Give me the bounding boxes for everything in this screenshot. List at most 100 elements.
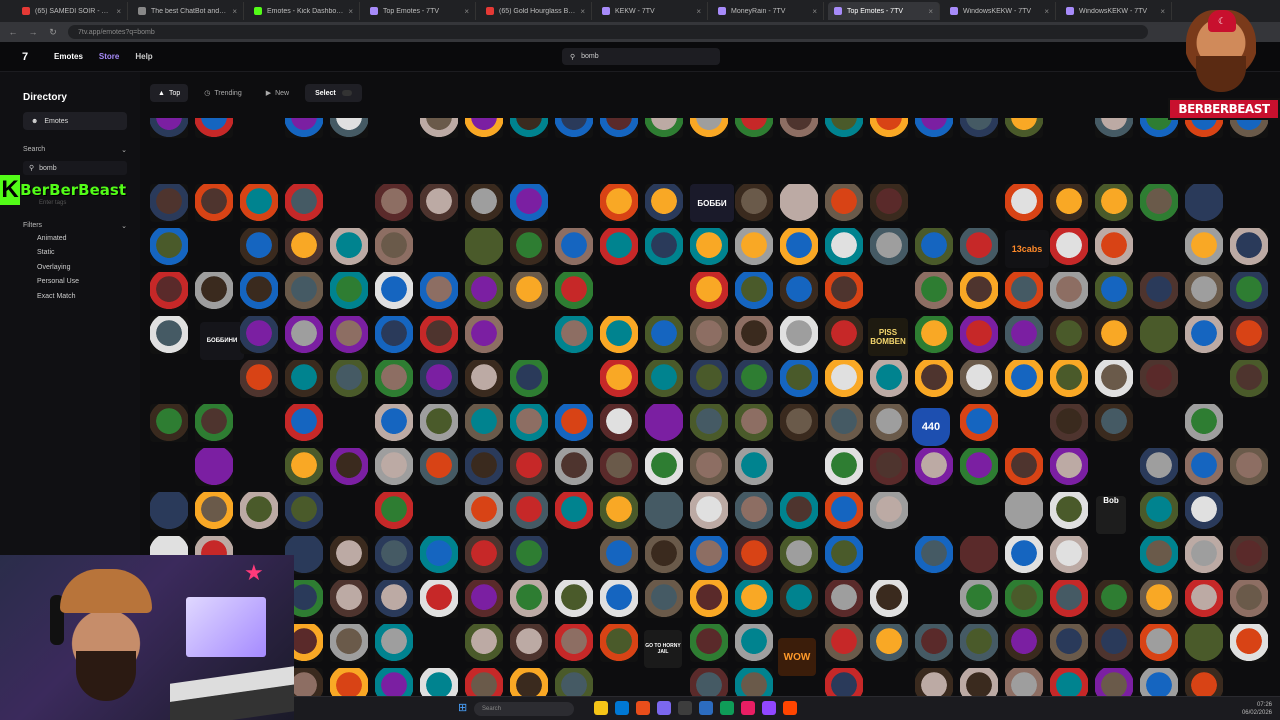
taskbar-app-icon[interactable]	[636, 701, 650, 715]
emote-thumbnail[interactable]	[600, 404, 638, 442]
search-section-header[interactable]: Search ⌄	[23, 146, 127, 154]
sort-new-button[interactable]: ▶ New	[258, 84, 297, 102]
emote-thumbnail[interactable]	[375, 184, 413, 222]
emote-thumbnail[interactable]	[330, 360, 368, 398]
emote-thumbnail[interactable]	[1140, 184, 1178, 222]
browser-tab[interactable]: The best ChatBot and Widge ×	[132, 2, 244, 20]
emote-thumbnail[interactable]	[150, 272, 188, 310]
emote-thumbnail[interactable]	[870, 404, 908, 442]
emote-thumbnail[interactable]	[645, 536, 683, 574]
emote-thumbnail[interactable]	[510, 360, 548, 398]
emote-thumbnail[interactable]	[960, 580, 998, 618]
emote-thumbnail[interactable]	[1005, 492, 1043, 530]
emote-thumbnail[interactable]	[1005, 624, 1043, 662]
emote-thumbnail[interactable]	[870, 184, 908, 222]
emote-thumbnail[interactable]	[780, 118, 818, 138]
emote-thumbnail[interactable]	[330, 536, 368, 574]
emote-thumbnail[interactable]	[960, 360, 998, 398]
emote-thumbnail[interactable]	[735, 624, 773, 662]
emote-thumbnail[interactable]	[195, 404, 233, 442]
emote-thumbnail[interactable]	[285, 448, 323, 486]
emote-thumbnail[interactable]	[1140, 624, 1178, 662]
emote-thumbnail[interactable]	[285, 118, 323, 138]
emote-thumbnail[interactable]	[960, 228, 998, 266]
emote-thumbnail[interactable]	[285, 404, 323, 442]
emote-wow[interactable]: WOW	[778, 638, 816, 676]
emote-thumbnail[interactable]	[1095, 360, 1133, 398]
taskbar-app-icon[interactable]	[783, 701, 797, 715]
emote-thumbnail[interactable]	[420, 316, 458, 354]
emote-thumbnail[interactable]	[870, 448, 908, 486]
browser-tab[interactable]: WindowsKEKW - 7TV ×	[944, 2, 1056, 20]
emote-thumbnail[interactable]	[735, 580, 773, 618]
emote-thumbnail[interactable]	[960, 272, 998, 310]
emote-thumbnail[interactable]	[690, 272, 728, 310]
emote-thumbnail[interactable]	[375, 624, 413, 662]
emote-thumbnail[interactable]	[600, 448, 638, 486]
emote-thumbnail[interactable]	[195, 184, 233, 222]
emote-thumbnail[interactable]	[150, 118, 188, 138]
emote-thumbnail[interactable]	[555, 316, 593, 354]
emote-thumbnail[interactable]	[825, 360, 863, 398]
emote-thumbnail[interactable]	[1005, 272, 1043, 310]
emote-thumbnail[interactable]	[600, 624, 638, 662]
tab-close-icon[interactable]: ×	[348, 7, 353, 16]
emote-thumbnail[interactable]	[465, 404, 503, 442]
7tv-logo[interactable]: 7	[18, 50, 32, 64]
sort-trending-button[interactable]: ◷ Trending	[196, 84, 249, 102]
emote-thumbnail[interactable]	[240, 492, 278, 530]
taskbar-app-icon[interactable]	[762, 701, 776, 715]
emote-thumbnail[interactable]	[150, 228, 188, 266]
tab-close-icon[interactable]: ×	[1160, 7, 1165, 16]
emote-thumbnail[interactable]	[870, 492, 908, 530]
emote-thumbnail[interactable]	[1140, 492, 1178, 530]
emote-thumbnail[interactable]	[420, 184, 458, 222]
emote-thumbnail[interactable]	[915, 448, 953, 486]
emote-thumbnail[interactable]	[1185, 316, 1223, 354]
emote-thumbnail[interactable]	[870, 360, 908, 398]
emote-thumbnail[interactable]	[1095, 228, 1133, 266]
emote-thumbnail[interactable]	[825, 448, 863, 486]
emote-thumbnail[interactable]	[375, 228, 413, 266]
emote-thumbnail[interactable]	[240, 272, 278, 310]
emote-thumbnail[interactable]	[555, 228, 593, 266]
emote-thumbnail[interactable]	[1230, 580, 1268, 618]
emote-thumbnail[interactable]	[1095, 184, 1133, 222]
emote-thumbnail[interactable]	[555, 624, 593, 662]
tab-close-icon[interactable]: ×	[580, 7, 585, 16]
emote-thumbnail[interactable]	[735, 360, 773, 398]
emote-thumbnail[interactable]	[735, 536, 773, 574]
emote-bobbini[interactable]: БОББИНИ	[200, 322, 244, 360]
sort-top-button[interactable]: ▲ Top	[150, 84, 189, 102]
emote-thumbnail[interactable]	[735, 184, 773, 222]
emote-thumbnail[interactable]	[645, 184, 683, 222]
browser-tab[interactable]: KEKW - 7TV ×	[596, 2, 708, 20]
emote-bob[interactable]: Bob	[1096, 496, 1126, 534]
emote-thumbnail[interactable]	[285, 184, 323, 222]
filter-animated[interactable]: Animated	[37, 235, 67, 242]
emote-thumbnail[interactable]	[330, 228, 368, 266]
emote-thumbnail[interactable]	[465, 360, 503, 398]
tab-close-icon[interactable]: ×	[1044, 7, 1049, 16]
emote-thumbnail[interactable]	[915, 536, 953, 574]
emote-thumbnail[interactable]	[375, 492, 413, 530]
emote-thumbnail[interactable]	[330, 118, 368, 138]
emote-thumbnail[interactable]	[465, 492, 503, 530]
emote-thumbnail[interactable]	[645, 404, 683, 442]
emote-thumbnail[interactable]	[1050, 580, 1088, 618]
emote-thumbnail[interactable]	[1005, 536, 1043, 574]
emote-thumbnail[interactable]	[1050, 316, 1088, 354]
emote-thumbnail[interactable]	[870, 580, 908, 618]
filter-exact-match[interactable]: Exact Match	[37, 293, 76, 300]
emote-thumbnail[interactable]	[870, 228, 908, 266]
emote-thumbnail[interactable]	[825, 404, 863, 442]
taskbar-app-icon[interactable]	[720, 701, 734, 715]
emote-thumbnail[interactable]	[375, 404, 413, 442]
emote-thumbnail[interactable]	[825, 272, 863, 310]
emote-thumbnail[interactable]	[1095, 404, 1133, 442]
emote-thumbnail[interactable]	[240, 316, 278, 354]
emote-thumbnail[interactable]	[960, 404, 998, 442]
taskbar-app-icon[interactable]	[594, 701, 608, 715]
select-toggle[interactable]	[341, 90, 352, 96]
tab-close-icon[interactable]: ×	[928, 7, 933, 16]
